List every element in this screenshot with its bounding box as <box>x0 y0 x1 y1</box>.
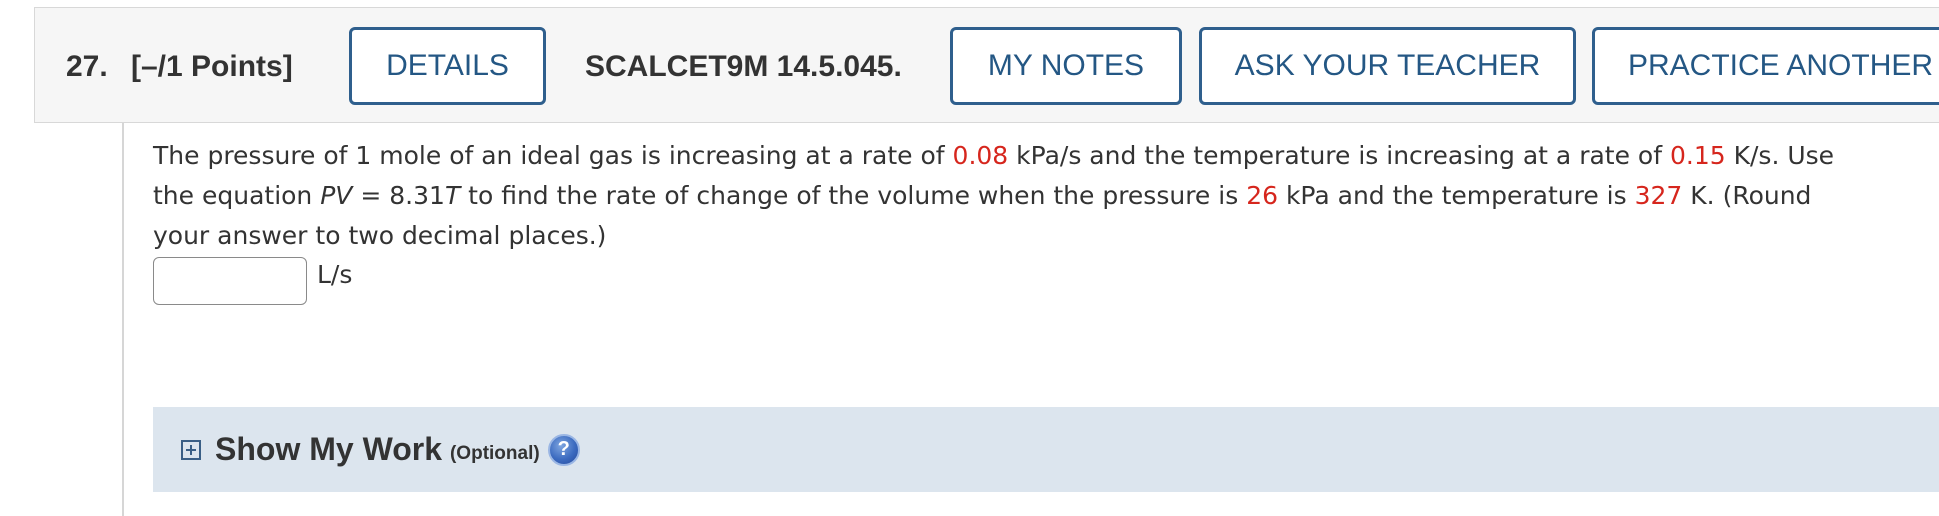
answer-row: L/s <box>153 256 352 306</box>
question-text-segment: K. (Round <box>1682 181 1812 210</box>
answer-unit: L/s <box>317 259 353 289</box>
question-text-segment: kPa/s and the temperature is increasing … <box>1008 141 1670 170</box>
my-notes-button[interactable]: MY NOTES <box>950 27 1182 105</box>
equation-middle: = 8.31 <box>352 181 445 210</box>
answer-input[interactable] <box>153 257 307 305</box>
expand-plus-icon[interactable] <box>181 439 201 460</box>
question-number: 27. <box>66 50 108 83</box>
ask-teacher-button[interactable]: ASK YOUR TEACHER <box>1199 27 1576 105</box>
question-line-1: The pressure of 1 mole of an ideal gas i… <box>153 136 1939 176</box>
question-text-segment: to find the rate of change of the volume… <box>460 181 1247 210</box>
question-text-segment: kPa and the temperature is <box>1278 181 1635 210</box>
temperature-value: 327 <box>1634 181 1683 210</box>
question-text-segment: The pressure of 1 mole of an ideal gas i… <box>153 141 953 170</box>
question-line-2: the equation PV = 8.31T to find the rate… <box>153 176 1939 216</box>
equation-t: T <box>444 181 461 210</box>
show-my-work-title[interactable]: Show My Work <box>215 431 442 468</box>
question-text-segment: K/s. Use <box>1725 141 1835 170</box>
pressure-value: 26 <box>1246 181 1278 210</box>
question-header: 27. [–/1 Points] DETAILS SCALCET9M 14.5.… <box>34 7 1939 123</box>
question-text: The pressure of 1 mole of an ideal gas i… <box>153 136 1939 256</box>
question-text-segment: the equation <box>153 181 321 210</box>
optional-label: (Optional) <box>449 442 540 464</box>
question-left-border <box>122 123 124 516</box>
temperature-rate-value: 0.15 <box>1669 141 1726 170</box>
points-label: [–/1 Points] <box>131 50 293 83</box>
pressure-rate-value: 0.08 <box>952 141 1009 170</box>
help-question-icon[interactable]: ? <box>547 433 580 466</box>
problem-code: SCALCET9M 14.5.045. <box>585 50 902 83</box>
show-my-work-bar[interactable]: Show My Work (Optional) ? <box>153 407 1939 492</box>
details-button[interactable]: DETAILS <box>349 27 546 105</box>
practice-another-button[interactable]: PRACTICE ANOTHER <box>1592 27 1939 105</box>
question-panel: 27. [–/1 Points] DETAILS SCALCET9M 14.5.… <box>0 0 1939 516</box>
question-line-3: your answer to two decimal places.) <box>153 221 607 250</box>
equation-pv: PV <box>320 181 353 210</box>
